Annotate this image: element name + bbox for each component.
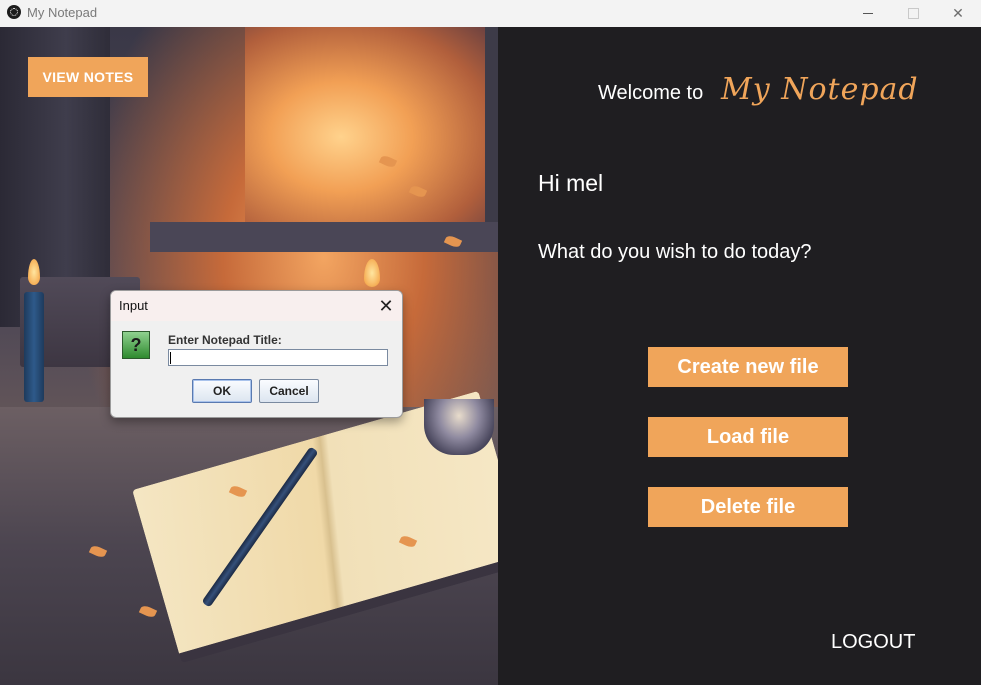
title-bar: My Notepad ✕ — [0, 0, 981, 27]
logout-button[interactable]: LOGOUT — [831, 631, 915, 654]
question-icon: ? — [122, 331, 150, 359]
brand-title: My Notepad — [721, 72, 919, 107]
greeting-text: Hi mel — [538, 170, 604, 196]
close-icon: ✕ — [952, 5, 964, 21]
input-dialog: Input ✕ ? Enter Notepad Title: OK Cancel — [110, 290, 403, 418]
candle-shape — [24, 292, 44, 402]
window-title: My Notepad — [27, 5, 98, 20]
welcome-text: Welcome to — [598, 82, 704, 104]
create-new-file-button[interactable]: Create new file — [648, 347, 848, 387]
dialog-title-bar[interactable]: Input ✕ — [111, 291, 402, 321]
prompt-question: What do you wish to do today? — [538, 241, 812, 263]
close-button[interactable]: ✕ — [935, 0, 981, 27]
candle-flame-shape-2 — [364, 259, 380, 287]
notepad-title-input[interactable] — [168, 349, 388, 366]
text-caret — [170, 352, 171, 364]
cancel-button[interactable]: Cancel — [259, 379, 319, 403]
window-shape — [245, 27, 498, 227]
load-file-button[interactable]: Load file — [648, 417, 848, 457]
dialog-title: Input — [119, 298, 148, 313]
delete-file-button[interactable]: Delete file — [648, 487, 848, 527]
minimize-button[interactable] — [845, 0, 891, 27]
notepad-title-label: Enter Notepad Title: — [168, 333, 282, 347]
ok-button[interactable]: OK — [192, 379, 252, 403]
maximize-button[interactable] — [890, 0, 936, 27]
dialog-close-icon[interactable]: ✕ — [375, 295, 397, 317]
cup-shape — [424, 399, 494, 455]
view-notes-button[interactable]: VIEW NOTES — [28, 57, 148, 97]
app-icon — [7, 5, 21, 19]
minimize-icon — [863, 13, 873, 14]
maximize-icon — [907, 8, 919, 19]
